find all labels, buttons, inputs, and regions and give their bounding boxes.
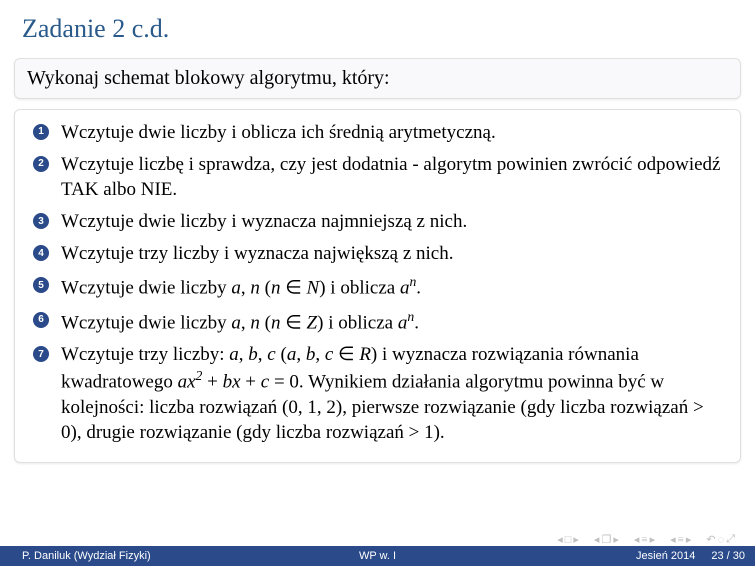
nav-lines-icon [678, 534, 684, 546]
instruction-text: Wykonaj schemat blokowy algorytmu, który… [27, 67, 390, 89]
nav-prev-icon [557, 533, 563, 546]
nav-prev-icon [634, 533, 640, 546]
nav-back-icon [706, 533, 715, 546]
list-item: Wczytuje trzy liczby: a, b, c (a, b, c ∈… [31, 342, 728, 445]
list-item: Wczytuje dwie liczby i wyznacza najmniej… [31, 209, 728, 234]
footer: P. Daniluk (Wydział Fizyki) WP w. I Jesi… [0, 546, 755, 566]
nav-next-icon [573, 533, 579, 546]
list-item: Wczytuje liczbę i sprawdza, czy jest dod… [31, 152, 728, 202]
list-item: Wczytuje trzy liczby i wyznacza najwięks… [31, 241, 728, 266]
list-item: Wczytuje dwie liczby i oblicza ich średn… [31, 120, 728, 145]
footer-page: 23 / 30 [711, 550, 745, 562]
nav-circ-icon [718, 534, 725, 546]
nav-section-group[interactable] [594, 533, 619, 546]
nav-slide-icon [565, 534, 572, 546]
slide-title: Zadanie 2 c.d. [0, 0, 755, 54]
nav-next-icon [686, 533, 692, 546]
footer-term: Jesień 2014 [636, 550, 695, 562]
nav-doc-group[interactable] [670, 533, 691, 546]
list-item: Wczytuje dwie liczby a, n (n ∈ Z) i obli… [31, 308, 728, 335]
nav-next-icon [650, 533, 656, 546]
enumerated-list: Wczytuje dwie liczby i oblicza ich średn… [27, 120, 728, 445]
nav-misc-group[interactable] [706, 533, 735, 546]
nav-frame-group[interactable] [557, 533, 579, 546]
nav-next-icon [613, 533, 619, 546]
list-item: Wczytuje dwie liczby a, n (n ∈ N) i obli… [31, 273, 728, 300]
nav-span-icon [726, 533, 735, 546]
footer-title: WP w. I [359, 550, 396, 562]
nav-frame-icon [601, 533, 611, 546]
footer-author: P. Daniluk (Wydział Fizyki) [0, 550, 151, 562]
nav-subsection-group[interactable] [634, 533, 655, 546]
content-block: Wczytuje dwie liczby i oblicza ich średn… [14, 109, 741, 463]
nav-prev-icon [594, 533, 600, 546]
nav-prev-icon [670, 533, 676, 546]
beamer-nav [557, 533, 735, 546]
nav-lines-icon [641, 534, 647, 546]
instruction-block: Wykonaj schemat blokowy algorytmu, który… [14, 58, 741, 99]
